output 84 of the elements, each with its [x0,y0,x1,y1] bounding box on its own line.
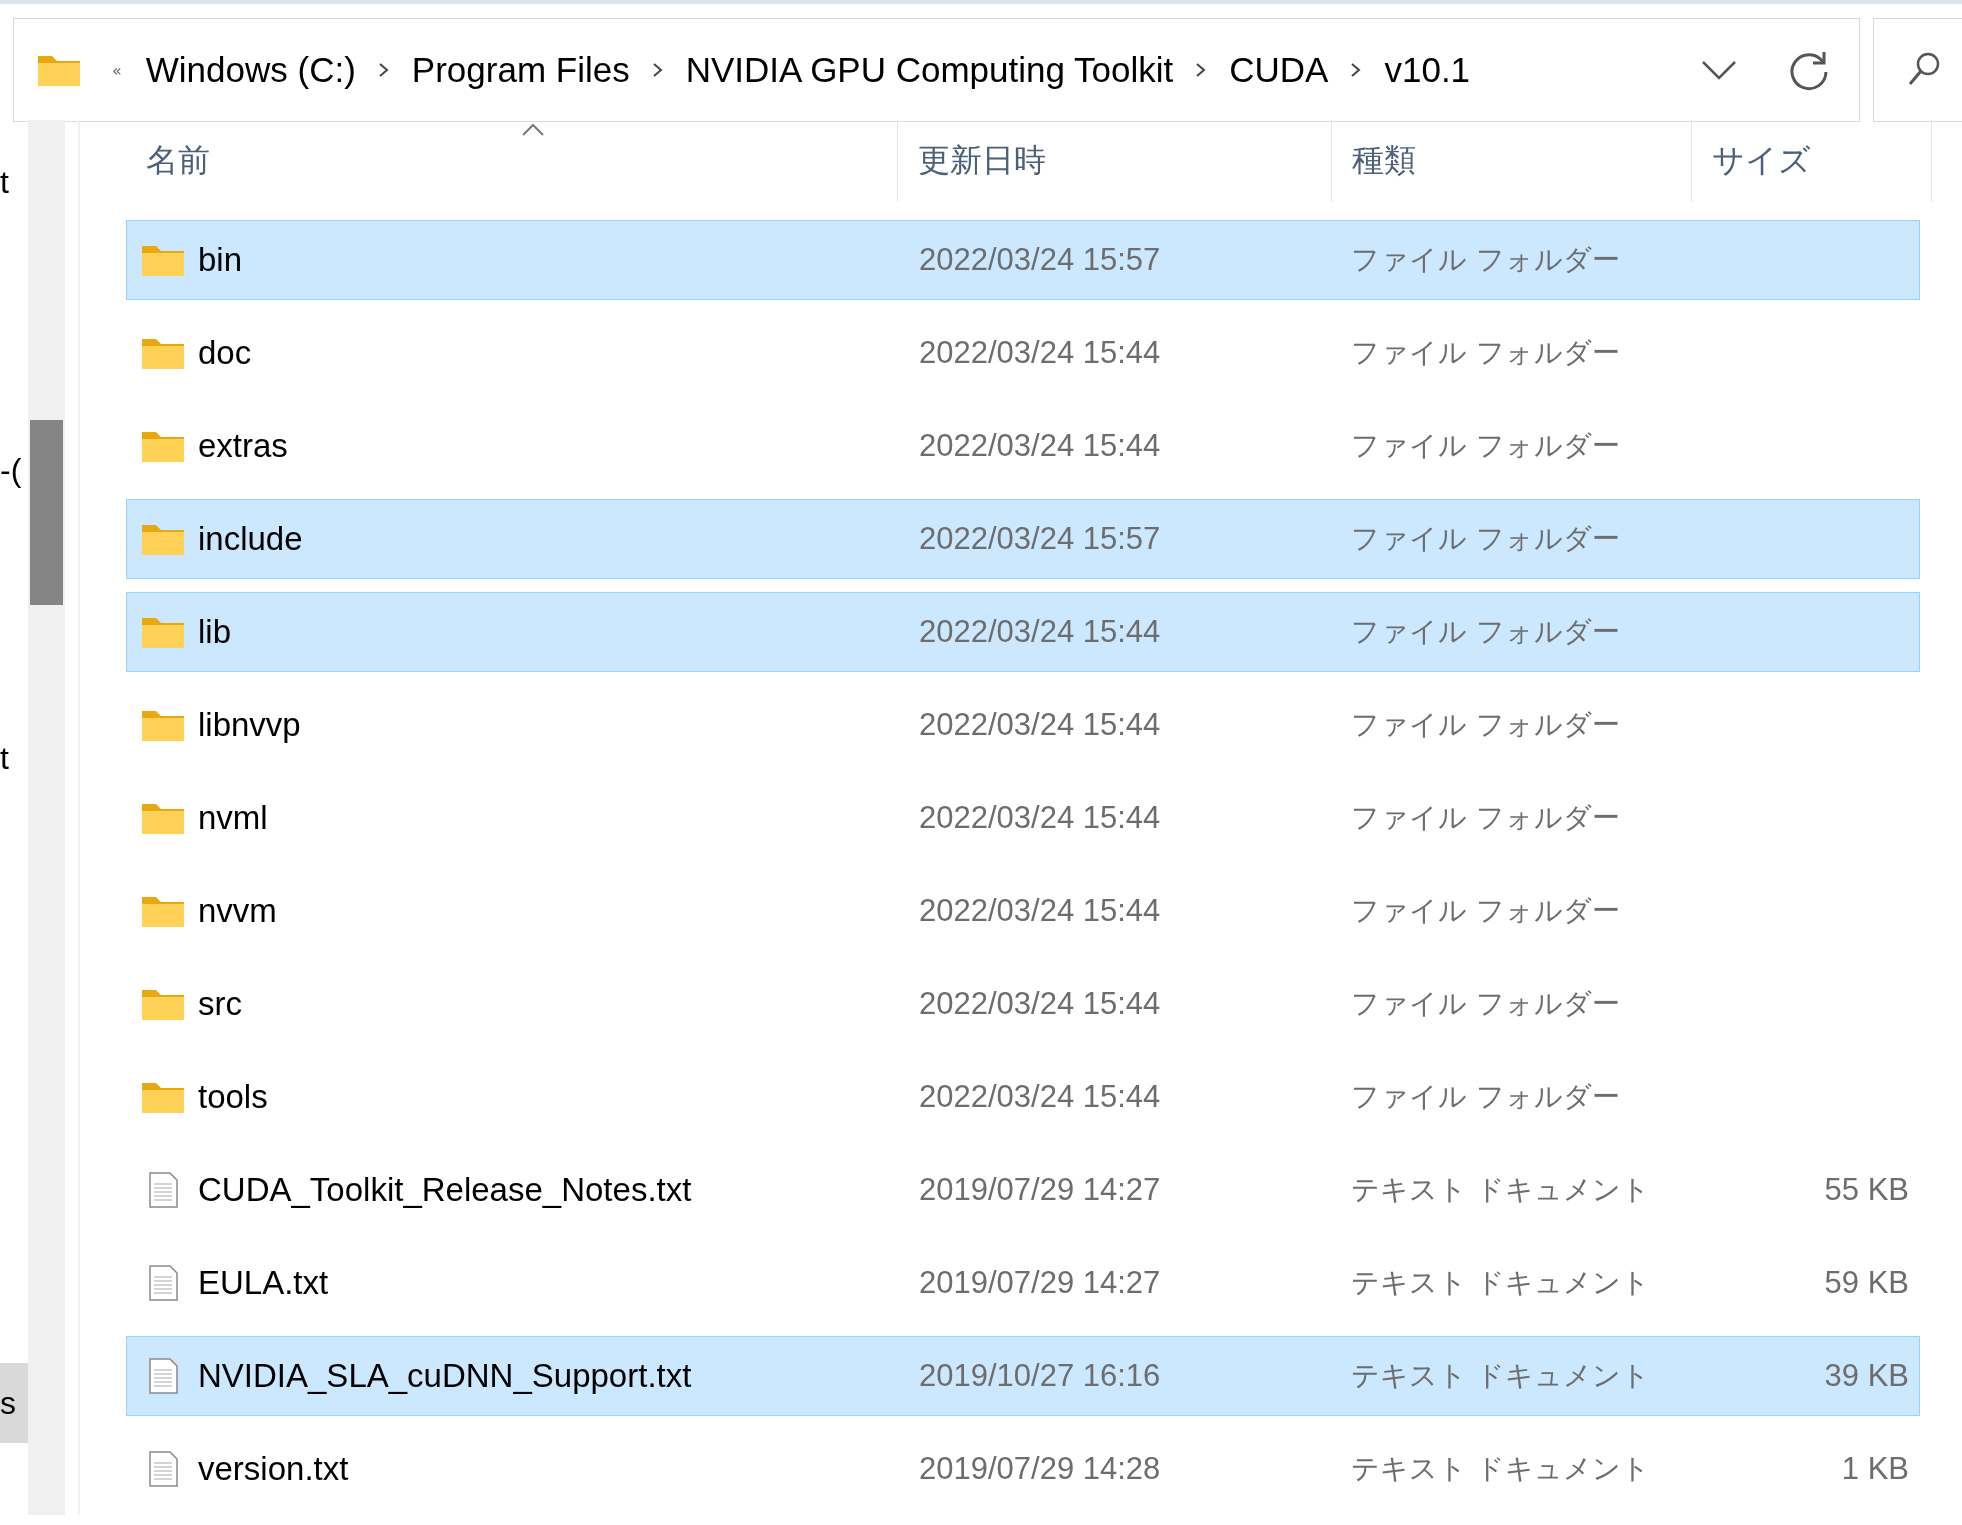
modified-date: 2022/03/24 15:44 [919,614,1161,649]
modified-date: 2022/03/24 15:44 [919,1079,1161,1114]
modified-date: 2022/03/24 15:44 [919,800,1161,835]
file-name: bin [198,241,243,279]
file-row[interactable]: version.txt 2019/07/29 14:28 テキスト ドキュメント 1 KB [126,1429,1920,1509]
chevron-right-icon [651,62,664,78]
file-row[interactable]: libnvvp 2022/03/24 15:44 ファイル フォルダー [126,685,1920,765]
file-name: version.txt [198,1450,349,1488]
modified-date: 2022/03/24 15:44 [919,335,1161,370]
file-row[interactable]: lib 2022/03/24 15:44 ファイル フォルダー [126,592,1920,672]
modified-date: 2019/07/29 14:27 [919,1172,1161,1207]
file-type: ファイル フォルダー [1351,243,1620,276]
file-row[interactable]: include 2022/03/24 15:57 ファイル フォルダー [126,499,1920,579]
file-type: テキスト ドキュメント [1351,1359,1650,1392]
file-name: EULA.txt [198,1264,329,1302]
file-type: ファイル フォルダー [1351,708,1620,741]
column-header[interactable]: 種類 [1332,120,1692,202]
file-name: nvml [198,799,268,837]
breadcrumb[interactable]: Program Files [411,50,630,90]
file-type: ファイル フォルダー [1351,894,1620,927]
modified-date: 2022/03/24 15:57 [919,242,1161,277]
file-row[interactable]: extras 2022/03/24 15:44 ファイル フォルダー [126,406,1920,486]
scrollbar-thumb[interactable] [30,420,63,605]
file-row[interactable]: CUDA_Toolkit_Release_Notes.txt 2019/07/29 14:27 テキスト ドキュメント 55 KB [126,1150,1920,1230]
file-type: ファイル フォルダー [1351,336,1620,369]
modified-date: 2022/03/24 15:44 [919,428,1161,463]
search-field[interactable] [1873,18,1962,122]
file-name: lib [198,613,232,651]
file-type: ファイル フォルダー [1351,615,1620,648]
modified-date: 2022/03/24 15:57 [919,521,1161,556]
file-type: テキスト ドキュメント [1351,1266,1650,1299]
file-name: nvvm [198,892,277,930]
file-type: ファイル フォルダー [1351,429,1620,462]
breadcrumb[interactable]: Windows (C:) [145,50,356,90]
file-row[interactable]: nvvm 2022/03/24 15:44 ファイル フォルダー [126,871,1920,951]
file-type: ファイル フォルダー [1351,1080,1620,1113]
breadcrumb[interactable]: v10.1 [1384,50,1471,90]
modified-date: 2022/03/24 15:44 [919,707,1161,742]
file-name: libnvvp [198,706,301,744]
file-row[interactable]: NVIDIA_SLA_cuDNN_Support.txt 2019/10/27 16:16 テキスト ドキュメント 39 KB [126,1336,1920,1416]
modified-date: 2019/07/29 14:27 [919,1265,1161,1300]
file-size: 55 KB [1824,1172,1909,1207]
file-size: 1 KB [1841,1451,1909,1486]
modified-date: 2022/03/24 15:44 [919,893,1161,928]
modified-date: 2019/10/27 16:16 [919,1358,1161,1393]
overflow-chevron[interactable]: « [112,60,122,80]
file-name: tools [198,1078,268,1116]
modified-date: 2022/03/24 15:44 [919,986,1161,1021]
breadcrumb[interactable]: CUDA [1229,50,1329,90]
chevron-down-icon[interactable] [1701,59,1737,81]
scrollbar[interactable] [28,120,65,1515]
column-header[interactable]: 名前 [126,120,898,202]
nav-item[interactable]: -( [0,450,28,490]
file-row[interactable]: EULA.txt 2019/07/29 14:27 テキスト ドキュメント 59 KB [126,1243,1920,1323]
file-type: ファイル フォルダー [1351,522,1620,555]
file-size: 39 KB [1824,1358,1909,1393]
file-name: CUDA_Toolkit_Release_Notes.txt [198,1171,692,1209]
chevron-right-icon [1195,62,1208,78]
file-type: ファイル フォルダー [1351,987,1620,1020]
file-type: テキスト ドキュメント [1351,1452,1650,1485]
file-row[interactable]: doc 2022/03/24 15:44 ファイル フォルダー [126,313,1920,393]
file-name: doc [198,334,252,372]
address-bar[interactable]: « Windows (C:) Program Files NVIDIA GPU Computing Toolkit CUDA v10.1 [13,18,1860,122]
file-name: include [198,520,303,558]
column-header[interactable]: サイズ [1692,120,1932,202]
file-size: 59 KB [1824,1265,1909,1300]
chevron-right-icon [1350,62,1363,78]
modified-date: 2019/07/29 14:28 [919,1451,1161,1486]
column-header[interactable]: 更新日時 [898,120,1332,202]
breadcrumb[interactable]: NVIDIA GPU Computing Toolkit [685,50,1174,90]
file-row[interactable]: nvml 2022/03/24 15:44 ファイル フォルダー [126,778,1920,858]
file-row[interactable]: src 2022/03/24 15:44 ファイル フォルダー [126,964,1920,1044]
file-row[interactable]: tools 2022/03/24 15:44 ファイル フォルダー [126,1057,1920,1137]
file-name: src [198,985,242,1023]
nav-item[interactable]: s [0,1363,28,1443]
file-name: extras [198,427,288,465]
nav-item[interactable]: t [0,738,28,778]
file-name: NVIDIA_SLA_cuDNN_Support.txt [198,1357,692,1395]
file-row[interactable]: bin 2022/03/24 15:57 ファイル フォルダー [126,220,1920,300]
chevron-right-icon [377,62,390,78]
nav-item[interactable]: t [0,162,28,202]
file-type: ファイル フォルダー [1351,801,1620,834]
sort-caret-icon [522,124,544,136]
file-type: テキスト ドキュメント [1351,1173,1650,1206]
